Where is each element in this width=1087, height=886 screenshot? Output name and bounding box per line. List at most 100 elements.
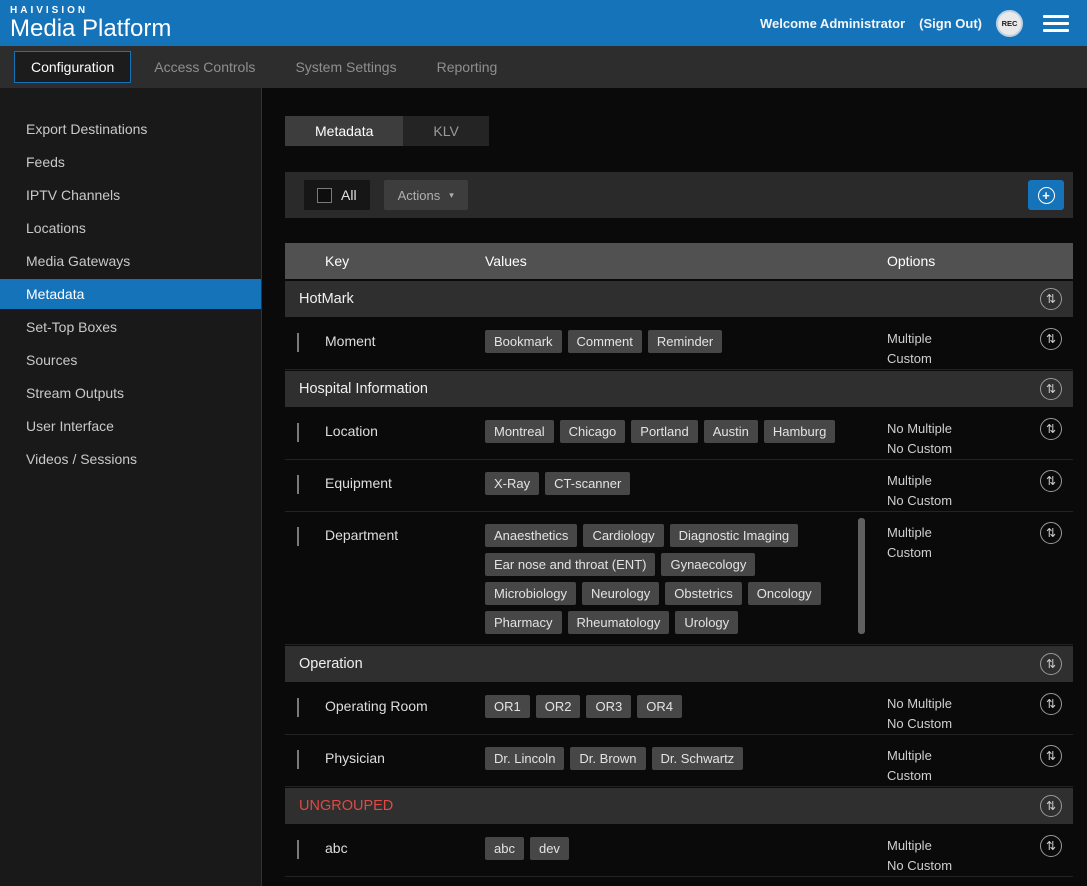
row-key-label: Equipment xyxy=(325,460,475,511)
import-export-icon[interactable]: ⇅ xyxy=(1040,522,1062,544)
value-tag: Dr. Brown xyxy=(570,747,645,770)
group-name: HotMark xyxy=(285,291,1029,307)
value-tag: Ear nose and throat (ENT) xyxy=(485,553,655,576)
row-checkbox[interactable] xyxy=(297,750,299,769)
option-line: Multiple xyxy=(887,523,1029,543)
brand-logo: HAIVISION Media Platform xyxy=(10,6,171,41)
value-tag: Montreal xyxy=(485,420,554,443)
value-tag: Obstetrics xyxy=(665,582,742,605)
option-line: Multiple xyxy=(887,746,1029,766)
row-values: MontrealChicagoPortlandAustinHamburg xyxy=(475,408,869,459)
column-header-options: Options xyxy=(869,253,1029,269)
row-options: MultipleCustom xyxy=(869,735,1029,786)
import-export-icon[interactable]: ⇅ xyxy=(1040,418,1062,440)
nav-tab-system-settings[interactable]: System Settings xyxy=(278,51,413,83)
table-header-row: Key Values Options xyxy=(285,243,1073,279)
import-export-icon[interactable]: ⇅ xyxy=(1040,835,1062,857)
value-tag: OR1 xyxy=(485,695,530,718)
tab-metadata[interactable]: Metadata xyxy=(285,116,403,146)
sidebar-item-user-interface[interactable]: User Interface xyxy=(0,411,261,441)
nav-tab-configuration[interactable]: Configuration xyxy=(14,51,131,83)
top-bar-right: Welcome Administrator (Sign Out) REC xyxy=(760,10,1075,37)
row-key-label: abc xyxy=(325,825,475,876)
row-checkbox[interactable] xyxy=(297,333,299,352)
select-all-control[interactable]: All xyxy=(304,180,370,210)
value-tag: Reminder xyxy=(648,330,722,353)
value-tag: CT-scanner xyxy=(545,472,630,495)
sidebar-item-set-top-boxes[interactable]: Set-Top Boxes xyxy=(0,312,261,342)
group-name: Hospital Information xyxy=(285,381,1029,397)
nav-tab-access-controls[interactable]: Access Controls xyxy=(137,51,272,83)
column-header-values: Values xyxy=(475,253,869,269)
metadata-group: Hospital Information ⇅ Location Montreal… xyxy=(285,371,1073,645)
group-header-hospital-information: Hospital Information ⇅ xyxy=(285,371,1073,407)
row-checkbox[interactable] xyxy=(297,527,299,546)
table-row-department: Department AnaestheticsCardiologyDiagnos… xyxy=(285,512,1073,645)
import-export-icon[interactable]: ⇅ xyxy=(1040,378,1062,400)
import-export-icon[interactable]: ⇅ xyxy=(1040,328,1062,350)
import-export-icon[interactable]: ⇅ xyxy=(1040,470,1062,492)
import-export-icon[interactable]: ⇅ xyxy=(1040,288,1062,310)
option-line: No Custom xyxy=(887,856,1029,876)
group-name: UNGROUPED xyxy=(285,798,1029,814)
value-tag: dev xyxy=(530,837,569,860)
row-checkbox[interactable] xyxy=(297,698,299,717)
rec-badge[interactable]: REC xyxy=(996,10,1023,37)
row-checkbox[interactable] xyxy=(297,840,299,859)
sidebar: Export DestinationsFeedsIPTV ChannelsLoc… xyxy=(0,88,262,886)
row-values: BookmarkCommentReminder xyxy=(475,318,869,369)
toolbar: All Actions ▾ + xyxy=(285,172,1073,218)
metadata-group: HotMark ⇅ Moment BookmarkCommentReminder… xyxy=(285,281,1073,370)
sidebar-item-stream-outputs[interactable]: Stream Outputs xyxy=(0,378,261,408)
option-line: Custom xyxy=(887,543,1029,563)
add-metadata-button[interactable]: + xyxy=(1028,180,1064,210)
option-line: Multiple xyxy=(887,836,1029,856)
row-values: abcdev xyxy=(475,825,869,876)
select-all-checkbox[interactable] xyxy=(317,188,332,203)
table-row-equipment: Equipment X-RayCT-scanner MultipleNo Cus… xyxy=(285,460,1073,512)
group-name: Operation xyxy=(285,656,1029,672)
row-checkbox[interactable] xyxy=(297,475,299,494)
main-panel: MetadataKLV All Actions ▾ + Key Values O… xyxy=(262,88,1087,886)
row-checkbox[interactable] xyxy=(297,423,299,442)
row-options: MultipleCustom xyxy=(869,318,1029,369)
sidebar-item-export-destinations[interactable]: Export Destinations xyxy=(0,114,261,144)
sidebar-item-media-gateways[interactable]: Media Gateways xyxy=(0,246,261,276)
option-line: Multiple xyxy=(887,471,1029,491)
column-header-key: Key xyxy=(325,253,475,269)
values-scrollbar[interactable] xyxy=(858,518,865,634)
tab-klv[interactable]: KLV xyxy=(403,116,488,146)
import-export-icon[interactable]: ⇅ xyxy=(1040,745,1062,767)
row-options: MultipleCustom xyxy=(869,512,1029,644)
sidebar-item-metadata[interactable]: Metadata xyxy=(0,279,261,309)
sidebar-item-locations[interactable]: Locations xyxy=(0,213,261,243)
value-tag: Urology xyxy=(675,611,738,634)
value-tag: OR3 xyxy=(586,695,631,718)
sidebar-item-feeds[interactable]: Feeds xyxy=(0,147,261,177)
import-export-icon[interactable]: ⇅ xyxy=(1040,693,1062,715)
row-key-label: Operating Room xyxy=(325,683,475,734)
row-values: OR1OR2OR3OR4 xyxy=(475,683,869,734)
value-tag: Portland xyxy=(631,420,697,443)
sidebar-item-videos-sessions[interactable]: Videos / Sessions xyxy=(0,444,261,474)
value-tag: Bookmark xyxy=(485,330,562,353)
import-export-icon[interactable]: ⇅ xyxy=(1040,795,1062,817)
option-line: No Multiple xyxy=(887,694,1029,714)
sidebar-item-iptv-channels[interactable]: IPTV Channels xyxy=(0,180,261,210)
content-area: Export DestinationsFeedsIPTV ChannelsLoc… xyxy=(0,88,1087,886)
value-tag: Gynaecology xyxy=(661,553,755,576)
value-tag: Diagnostic Imaging xyxy=(670,524,799,547)
row-options: MultipleNo Custom xyxy=(869,825,1029,876)
row-values: AnaestheticsCardiologyDiagnostic Imaging… xyxy=(475,512,869,644)
value-tag: Chicago xyxy=(560,420,626,443)
hamburger-menu-icon[interactable] xyxy=(1037,11,1075,36)
metadata-group: UNGROUPED ⇅ abc abcdev MultipleNo Custom… xyxy=(285,788,1073,877)
metadata-group: Operation ⇅ Operating Room OR1OR2OR3OR4 … xyxy=(285,646,1073,787)
sign-out-link[interactable]: (Sign Out) xyxy=(919,16,982,31)
nav-tab-reporting[interactable]: Reporting xyxy=(420,51,515,83)
actions-label: Actions xyxy=(398,188,441,203)
table-row-location: Location MontrealChicagoPortlandAustinHa… xyxy=(285,408,1073,460)
sidebar-item-sources[interactable]: Sources xyxy=(0,345,261,375)
import-export-icon[interactable]: ⇅ xyxy=(1040,653,1062,675)
actions-dropdown-button[interactable]: Actions ▾ xyxy=(384,180,468,210)
